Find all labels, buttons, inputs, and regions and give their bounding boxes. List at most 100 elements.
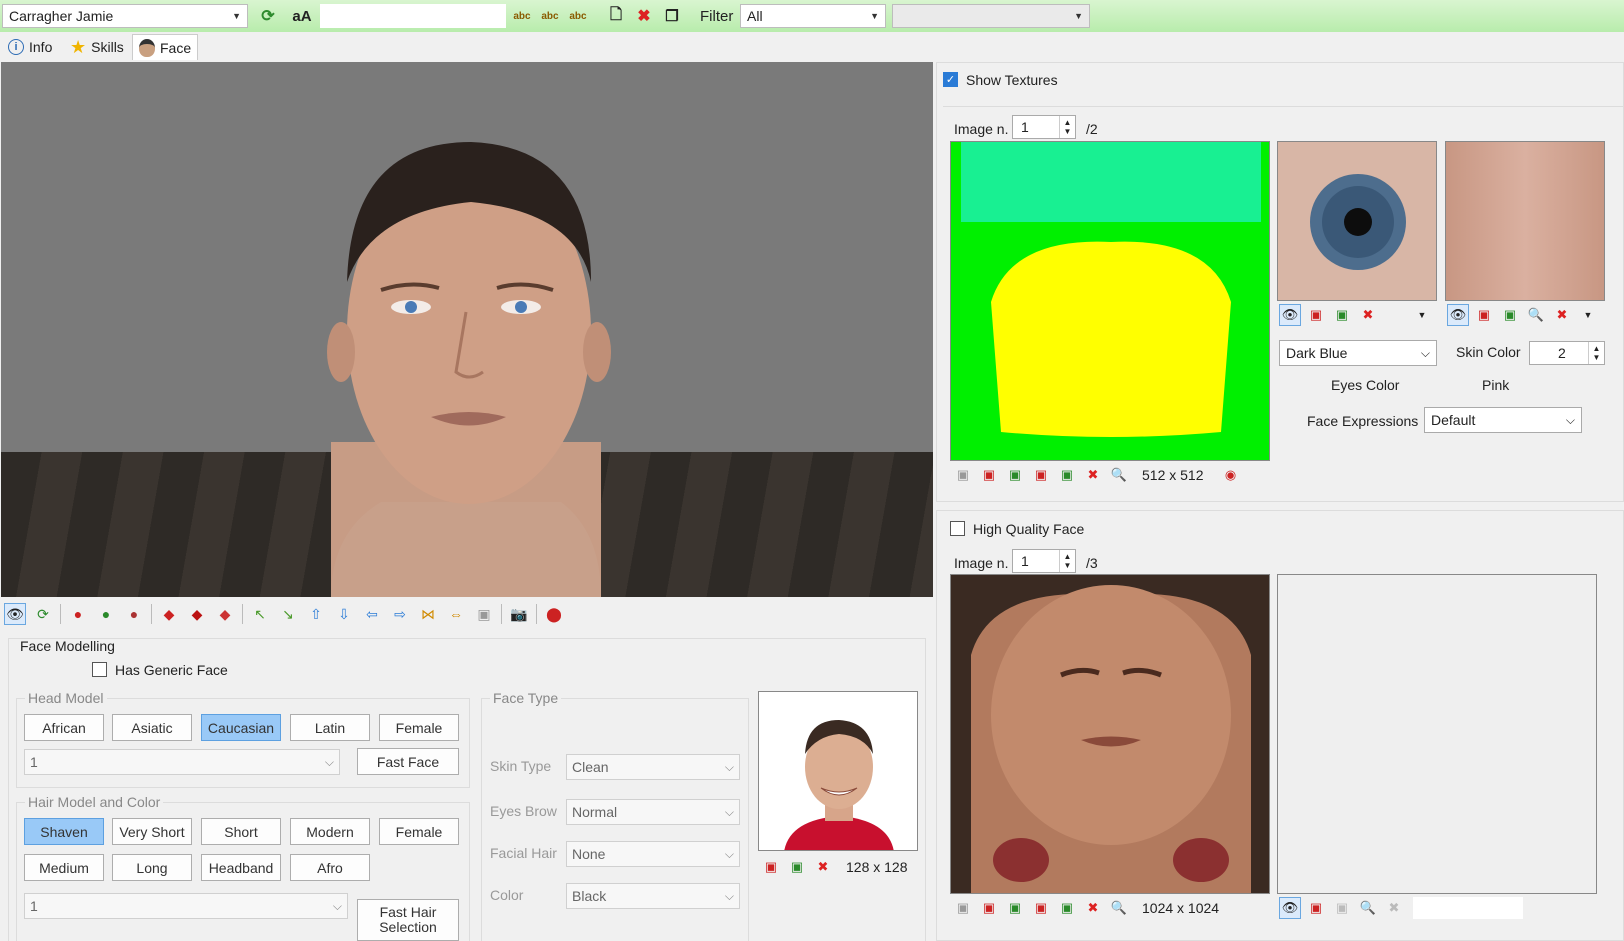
hair-headband-button[interactable]: Headband [201,854,281,881]
head-number-select[interactable]: 1 ⌵ [24,749,340,775]
import-alpha-icon[interactable]: ▣ [1030,897,1052,919]
spell-check-3-icon[interactable]: abc [566,4,590,28]
arrow-left-icon[interactable]: ⇦ [361,603,383,625]
save-icon[interactable]: ▣ [952,897,974,919]
tab-info[interactable]: i Info [2,34,58,60]
search-input[interactable] [320,4,506,28]
face-expressions-select[interactable]: Default ⌵ [1424,407,1582,433]
export-alpha-icon[interactable]: ▣ [1056,897,1078,919]
head-red-icon[interactable]: ● [67,603,89,625]
hair-long-button[interactable]: Long [112,854,192,881]
head-latin-button[interactable]: Latin [290,714,370,741]
eye-icon[interactable]: 👁 [1447,304,1469,326]
eyes-brow-select[interactable]: Normal ⌵ [566,799,740,825]
hair-female-button[interactable]: Female [379,818,459,845]
hair-shaven-button[interactable]: Shaven [24,818,104,845]
eyes-color-select[interactable]: Dark Blue ⌵ [1279,340,1437,366]
save-icon[interactable]: ▣ [473,603,495,625]
head-female-button[interactable]: Female [379,714,459,741]
head-african-button[interactable]: African [24,714,104,741]
import-icon[interactable]: ▣ [978,464,1000,486]
hq-image-n-spinner[interactable]: 1 ▲ ▼ [1012,549,1076,573]
eye-icon[interactable]: 👁 [1279,304,1301,326]
hair-green-icon[interactable]: ◆ [186,603,208,625]
head-render [327,142,611,597]
color-select[interactable]: Black ⌵ [566,883,740,909]
zoom-icon[interactable]: 🔍 [1357,897,1379,919]
import-icon[interactable]: ▣ [1305,304,1327,326]
arrow-up-icon[interactable]: ⇧ [305,603,327,625]
expand-icon[interactable]: ⇔ [445,603,467,625]
color-palette-icon[interactable]: ◉ [1220,464,1242,486]
hair-short-button[interactable]: Short [201,818,281,845]
head-green-icon[interactable]: ● [95,603,117,625]
export-icon[interactable]: ▣ [1499,304,1521,326]
facial-hair-select[interactable]: None ⌵ [566,841,740,867]
arrow-down-icon[interactable]: ⇩ [333,603,355,625]
copy-icon[interactable]: ❐ [660,4,684,28]
arrow-right-icon[interactable]: ⇨ [389,603,411,625]
shrink-icon[interactable]: ⋈ [417,603,439,625]
image-n-spinner[interactable]: 1 ▲ ▼ [1012,115,1076,139]
new-document-icon[interactable]: 🗋 [604,4,628,28]
hair-very-short-button[interactable]: Very Short [112,818,192,845]
export-icon[interactable]: ▣ [786,856,808,878]
delete-icon[interactable]: ✖ [1357,304,1379,326]
export-alpha-icon[interactable]: ▣ [1056,464,1078,486]
generic-face-checkbox[interactable] [92,662,107,677]
spell-check-icon[interactable]: abc [510,4,534,28]
skin-color-spinner[interactable]: 2 ▲ ▼ [1529,341,1605,365]
hq-face-checkbox[interactable] [950,521,965,536]
import-icon[interactable]: ▣ [1305,897,1327,919]
zoom-icon[interactable]: 🔍 [1108,464,1130,486]
filter-select[interactable]: All ▼ [740,4,886,28]
secondary-select[interactable]: ▼ [892,4,1090,28]
dropdown-arrow-icon[interactable]: ▼ [1577,304,1599,326]
hair-number-select[interactable]: 1 ⌵ [24,893,348,919]
import-icon[interactable]: ▣ [1473,304,1495,326]
face-settings-icon[interactable]: ⬤ [543,603,565,625]
tab-skills[interactable]: ★ Skills [64,34,130,60]
refresh-icon[interactable]: ⟳ [32,603,54,625]
spell-check-2-icon[interactable]: abc [538,4,562,28]
zoom-icon[interactable]: 🔍 [1108,897,1130,919]
delete-icon[interactable]: ✖ [812,856,834,878]
head-remove-icon[interactable]: ● [123,603,145,625]
hair-afro-button[interactable]: Afro [290,854,370,881]
show-textures-checkbox[interactable]: ✓ [943,72,958,87]
camera-icon[interactable]: 📷 [508,603,530,625]
delete-icon[interactable]: ✖ [1383,897,1405,919]
delete-alpha-icon[interactable]: ✖ [1082,897,1104,919]
fast-hair-button[interactable]: Fast Hair Selection [357,899,459,941]
eye-icon[interactable]: 👁 [1279,897,1301,919]
head-caucasian-button[interactable]: Caucasian [201,714,281,741]
refresh-icon[interactable]: ⟳ [256,4,280,28]
delete-icon[interactable]: ✖ [632,4,656,28]
eye-icon[interactable]: 👁 [4,603,26,625]
hair-medium-button[interactable]: Medium [24,854,104,881]
export-icon[interactable]: ▣ [1004,464,1026,486]
save-icon[interactable]: ▣ [952,464,974,486]
hair-modern-button[interactable]: Modern [290,818,370,845]
import-alpha-icon[interactable]: ▣ [1030,464,1052,486]
head-asiatic-button[interactable]: Asiatic [112,714,192,741]
skin-type-select[interactable]: Clean ⌵ [566,754,740,780]
import-icon[interactable]: ▣ [760,856,782,878]
import-icon[interactable]: ▣ [978,897,1000,919]
export-icon[interactable]: ▣ [1331,304,1353,326]
case-toggle-button[interactable]: aA [290,4,314,28]
arrow-up-left-icon[interactable]: ↖ [249,603,271,625]
hair-remove-icon[interactable]: ◆ [214,603,236,625]
face-3d-viewport[interactable] [1,62,933,597]
delete-icon[interactable]: ✖ [1551,304,1573,326]
hair-red-icon[interactable]: ◆ [158,603,180,625]
arrow-down-right-icon[interactable]: ↘ [277,603,299,625]
player-select[interactable]: Carragher Jamie ▼ [2,4,248,28]
fast-face-button[interactable]: Fast Face [357,748,459,775]
tab-face[interactable]: Face [132,34,199,60]
zoom-icon[interactable]: 🔍 [1525,304,1547,326]
dropdown-arrow-icon[interactable]: ▼ [1411,304,1433,326]
export-icon[interactable]: ▣ [1331,897,1353,919]
delete-alpha-icon[interactable]: ✖ [1082,464,1104,486]
export-icon[interactable]: ▣ [1004,897,1026,919]
